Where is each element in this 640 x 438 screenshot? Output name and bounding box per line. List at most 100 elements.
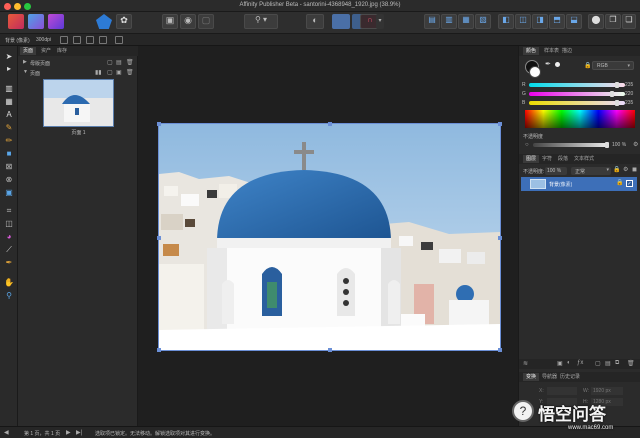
- page-thumbnail[interactable]: [43, 79, 114, 127]
- channel-b-knob[interactable]: [615, 100, 619, 106]
- arrange-back-icon[interactable]: ▤: [424, 14, 440, 29]
- channel-b-value[interactable]: 235: [625, 100, 633, 106]
- arrange-front-icon[interactable]: ▧: [475, 14, 491, 29]
- pencil-tool-icon[interactable]: ✏: [4, 136, 14, 145]
- mask-layer-icon[interactable]: ▣: [557, 360, 563, 367]
- align-top-icon[interactable]: ⬒: [549, 14, 565, 29]
- master-pages-section[interactable]: ▶ 母版页面 ▢ ▤ 🗑: [21, 59, 135, 67]
- layer-visibility-icon[interactable]: ◼: [632, 166, 637, 173]
- designer-persona-icon[interactable]: [48, 14, 64, 29]
- channel-b-slider[interactable]: [529, 100, 625, 106]
- tab-color[interactable]: 颜色: [523, 47, 540, 55]
- color-mode-dropdown[interactable]: RGB ▾: [592, 61, 634, 70]
- settings-gear-icon[interactable]: ✿: [116, 14, 132, 29]
- frame-text-tool-icon[interactable]: ▥: [4, 84, 14, 93]
- new-pixel-layer-icon[interactable]: ▤: [605, 360, 611, 367]
- tab-assets[interactable]: 资产: [38, 47, 54, 55]
- color-picker-tool-icon[interactable]: ✒: [4, 258, 14, 267]
- delete-master-icon[interactable]: 🗑: [126, 59, 134, 66]
- selection-handle-bottom-left[interactable]: [157, 348, 161, 352]
- crop-tool-icon[interactable]: ⌗: [4, 206, 14, 215]
- ellipse-frame-tool-icon[interactable]: ⊗: [4, 175, 14, 184]
- layer-effects-icon[interactable]: ≋: [523, 360, 528, 367]
- bleed-mode-button[interactable]: ▢: [198, 14, 214, 29]
- x-field[interactable]: [547, 387, 577, 395]
- node-tool-icon[interactable]: ▸: [4, 64, 14, 73]
- w-field[interactable]: 1920 px: [591, 387, 623, 395]
- zoom-window-button[interactable]: [24, 3, 31, 10]
- adjustment-icon[interactable]: ◐: [567, 360, 571, 366]
- tab-pages[interactable]: 页面: [20, 47, 37, 55]
- align-center-icon[interactable]: ◫: [515, 14, 531, 29]
- transparency-tool-icon[interactable]: ◫: [4, 219, 14, 228]
- zoom-tool-icon[interactable]: ⚲: [4, 291, 14, 300]
- selection-handle-right[interactable]: [498, 236, 502, 240]
- channel-r-knob[interactable]: [615, 82, 619, 88]
- pages-section[interactable]: ▼ 页面 ▮▮ ▢ ▣ 🗑: [21, 69, 135, 77]
- move-tool-icon[interactable]: ➤: [4, 52, 14, 61]
- channel-g-value[interactable]: 220: [625, 91, 633, 97]
- eyedropper-icon[interactable]: ✒: [545, 60, 551, 68]
- frame-text-button[interactable]: [332, 14, 350, 29]
- align-bottom-icon[interactable]: ⬓: [566, 14, 582, 29]
- selection-handle-top-right[interactable]: [498, 122, 502, 126]
- fill-tool-icon[interactable]: ◕: [4, 232, 14, 241]
- tab-text-styles[interactable]: 文本样式: [571, 155, 597, 163]
- channel-g-slider[interactable]: [529, 91, 625, 97]
- tab-paragraph[interactable]: 段落: [555, 155, 571, 163]
- blend-mode-dropdown[interactable]: 正常 ▾: [571, 167, 611, 175]
- delete-layer-icon[interactable]: 🗑: [627, 360, 635, 367]
- lock-layer-icon[interactable]: 🔒: [613, 166, 620, 173]
- master-options-icon[interactable]: ▤: [116, 59, 122, 66]
- photo-persona-icon[interactable]: [28, 14, 44, 29]
- page-options-icon[interactable]: ▣: [116, 69, 122, 76]
- fit-icon[interactable]: [73, 36, 81, 44]
- channel-r-value[interactable]: 235: [625, 82, 633, 88]
- hand-tool-icon[interactable]: ✋: [4, 278, 14, 287]
- opacity-options-icon[interactable]: ⚙: [633, 141, 638, 148]
- align-right-icon[interactable]: ◨: [532, 14, 548, 29]
- crop-icon[interactable]: [99, 36, 107, 44]
- selection-handle-bottom-right[interactable]: [498, 348, 502, 352]
- last-page-icon[interactable]: ▶|: [76, 429, 82, 436]
- placed-photo[interactable]: [157, 122, 502, 352]
- group-icon[interactable]: ❐: [605, 14, 621, 29]
- color-opacity-knob[interactable]: [605, 142, 609, 148]
- tab-stock[interactable]: 库存: [54, 47, 70, 55]
- selection-handle-left[interactable]: [157, 236, 161, 240]
- resize-icon[interactable]: [86, 36, 94, 44]
- selection-handle-bottom[interactable]: [328, 348, 332, 352]
- channel-g-knob[interactable]: [610, 91, 614, 97]
- tab-history[interactable]: 历史记录: [557, 373, 583, 381]
- place-image-tool-icon[interactable]: ▣: [4, 188, 14, 197]
- arrange-backward-icon[interactable]: ▥: [441, 14, 457, 29]
- gradient-tool-icon[interactable]: ⟋: [4, 245, 14, 254]
- picture-frame-tool-icon[interactable]: ⊠: [4, 162, 14, 171]
- add-page-icon[interactable]: ▢: [107, 59, 113, 66]
- add-layer-icon[interactable]: ⬤: [588, 14, 604, 29]
- layer-opacity-field[interactable]: 100 %: [545, 167, 567, 175]
- fill-color-well[interactable]: [529, 66, 541, 78]
- rotate-icon[interactable]: [115, 36, 123, 44]
- next-page-icon[interactable]: ▶: [66, 429, 71, 436]
- artistic-text-tool-icon[interactable]: A: [4, 110, 14, 119]
- spread-view-icon[interactable]: ▮▮: [95, 69, 102, 76]
- place-image-button[interactable]: ◐: [306, 14, 324, 29]
- tab-character[interactable]: 字符: [539, 155, 555, 163]
- lock-icon[interactable]: 🔒: [584, 62, 591, 69]
- rectangle-tool-icon[interactable]: ■: [4, 149, 14, 158]
- close-window-button[interactable]: [4, 3, 11, 10]
- layer-lock-icon[interactable]: 🔒: [616, 179, 623, 186]
- document-canvas[interactable]: [138, 46, 518, 426]
- publisher-persona-icon[interactable]: [8, 14, 24, 29]
- arrange-forward-icon[interactable]: ▦: [458, 14, 474, 29]
- layer-visible-checkbox[interactable]: ✓: [626, 180, 633, 187]
- delete-page-icon[interactable]: 🗑: [126, 69, 134, 76]
- ungroup-icon[interactable]: ❏: [622, 14, 636, 29]
- first-page-icon[interactable]: ◀: [4, 429, 9, 436]
- tab-stroke[interactable]: 描边: [559, 47, 575, 55]
- align-left-icon[interactable]: ◧: [498, 14, 514, 29]
- fx-icon[interactable]: ƒx: [577, 360, 583, 366]
- layer-row-background[interactable]: 背景 (像素) 🔒 ✓: [521, 177, 637, 191]
- selection-handle-top[interactable]: [328, 122, 332, 126]
